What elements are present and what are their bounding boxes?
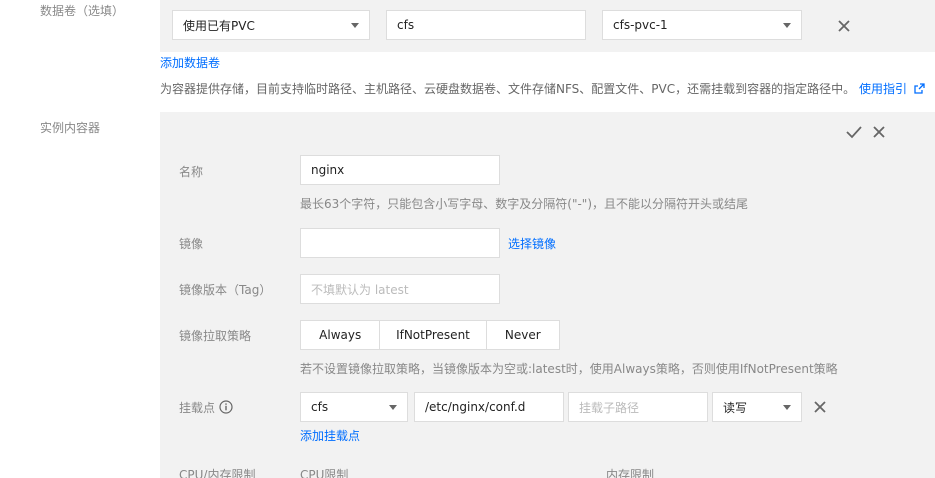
- add-mount-link[interactable]: 添加挂载点: [300, 427, 360, 444]
- container-panel: [160, 112, 935, 478]
- mount-label: 挂载点: [179, 401, 216, 415]
- volume-name-input[interactable]: cfs: [386, 10, 586, 40]
- pull-policy-help: 若不设置镜像拉取策略，当镜像版本为空或:latest时，使用Always策略，否…: [300, 362, 838, 376]
- chevron-down-icon: [389, 405, 397, 410]
- volumes-label: 数据卷（选填）: [40, 4, 125, 18]
- volume-type-select[interactable]: 使用已有PVC: [172, 10, 370, 40]
- mount-volume-value: cfs: [311, 400, 329, 414]
- add-volume-link[interactable]: 添加数据卷: [160, 54, 220, 71]
- volume-name-value: cfs: [397, 18, 415, 32]
- mount-subpath-placeholder: 挂载子路径: [579, 400, 640, 415]
- mount-volume-select[interactable]: cfs: [300, 392, 408, 422]
- volume-type-value: 使用已有PVC: [183, 18, 255, 33]
- image-input[interactable]: [300, 228, 500, 258]
- close-icon[interactable]: [813, 400, 827, 414]
- pull-policy-label: 镜像拉取策略: [179, 329, 252, 343]
- chevron-down-icon: [783, 405, 791, 410]
- tag-placeholder: 不填默认为 latest: [311, 282, 409, 297]
- pull-policy-never[interactable]: Never: [487, 321, 559, 349]
- containers-label: 实例内容器: [40, 121, 101, 135]
- guide-link[interactable]: 使用指引: [859, 82, 907, 96]
- cpu-mem-label: CPU/内存限制: [179, 468, 256, 478]
- pull-policy-segmented: Always IfNotPresent Never: [300, 320, 560, 350]
- image-label: 镜像: [179, 237, 204, 251]
- mount-mode-select[interactable]: 读写: [712, 392, 802, 422]
- close-icon[interactable]: [837, 19, 851, 33]
- chevron-down-icon: [351, 23, 359, 28]
- mem-limit-label: 内存限制: [606, 468, 655, 478]
- pvc-select-value: cfs-pvc-1: [613, 18, 668, 32]
- volumes-description-text: 为容器提供存储，目前支持临时路径、主机路径、云硬盘数据卷、文件存储NFS、配置文…: [160, 82, 856, 96]
- cpu-limit-label: CPU限制: [300, 468, 349, 478]
- pvc-select[interactable]: cfs-pvc-1: [602, 10, 802, 40]
- pull-policy-always[interactable]: Always: [301, 321, 381, 349]
- mount-label-wrap: 挂载点: [179, 399, 233, 416]
- container-name-value: nginx: [311, 163, 345, 177]
- mount-mode-value: 读写: [723, 400, 748, 415]
- tag-label: 镜像版本（Tag）: [179, 283, 272, 297]
- external-link-icon[interactable]: [914, 83, 925, 94]
- container-name-label: 名称: [179, 165, 204, 179]
- tag-input[interactable]: 不填默认为 latest: [300, 274, 500, 304]
- info-icon[interactable]: [219, 400, 233, 414]
- mount-path-input[interactable]: /etc/nginx/conf.d: [414, 392, 564, 422]
- mount-path-value: /etc/nginx/conf.d: [425, 400, 526, 414]
- volumes-description: 为容器提供存储，目前支持临时路径、主机路径、云硬盘数据卷、文件存储NFS、配置文…: [160, 80, 925, 97]
- check-icon[interactable]: [846, 125, 862, 139]
- select-image-link[interactable]: 选择镜像: [508, 235, 556, 252]
- container-name-input[interactable]: nginx: [300, 155, 500, 185]
- chevron-down-icon: [783, 23, 791, 28]
- mount-subpath-input[interactable]: 挂载子路径: [568, 392, 708, 422]
- pull-policy-ifnotpresent[interactable]: IfNotPresent: [380, 321, 487, 349]
- container-name-help: 最长63个字符，只能包含小写字母、数字及分隔符("-")，且不能以分隔符开头或结…: [300, 197, 749, 211]
- close-icon[interactable]: [872, 125, 886, 139]
